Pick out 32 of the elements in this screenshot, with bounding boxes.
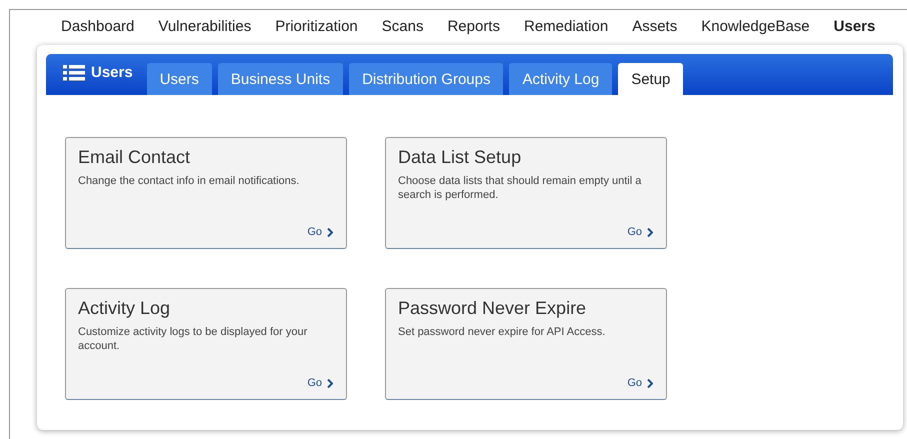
tab[interactable]: Distribution Groups (349, 63, 504, 95)
card-title: Password Never Expire (398, 298, 588, 319)
go-link[interactable]: Go (307, 377, 333, 389)
nav-link[interactable]: Reports (447, 18, 500, 37)
card-description: Change the contact info in email notifications. (78, 174, 300, 188)
list-icon (63, 64, 85, 80)
card-description: Choose data lists that should remain empty until a search is performed. (398, 174, 642, 202)
go-link[interactable]: Go (627, 226, 653, 238)
go-link[interactable]: Go (627, 377, 653, 389)
card-title: Data List Setup (398, 147, 522, 168)
nav-link[interactable]: Vulnerabilities (158, 18, 252, 37)
go-link[interactable]: Go (307, 226, 333, 238)
card-title: Email Contact (78, 147, 192, 168)
module-title: Users (91, 64, 133, 81)
chevron-icon (327, 228, 333, 236)
card-description: Set password never expire for API Access. (398, 325, 606, 339)
nav-link[interactable]: Assets (632, 18, 678, 37)
card-title: Activity Log (78, 298, 172, 319)
card-description: Customize activity logs to be displayed for your account. (78, 325, 308, 353)
tab[interactable]: Setup (618, 63, 684, 95)
tab[interactable]: Users (146, 63, 212, 95)
chevron-icon (647, 378, 653, 388)
nav-link[interactable]: KnowledgeBase (701, 18, 810, 37)
nav-link[interactable]: Dashboard (61, 18, 134, 37)
nav-link[interactable]: Users (834, 18, 876, 37)
nav-link[interactable]: Prioritization (275, 18, 358, 37)
tab[interactable]: Business Units (218, 63, 344, 95)
nav-link[interactable]: Scans (382, 18, 424, 37)
nav-link[interactable]: Remediation (524, 18, 608, 37)
chevron-icon (647, 228, 653, 236)
chevron-icon (327, 378, 333, 388)
tab[interactable]: Activity Log (509, 63, 612, 95)
